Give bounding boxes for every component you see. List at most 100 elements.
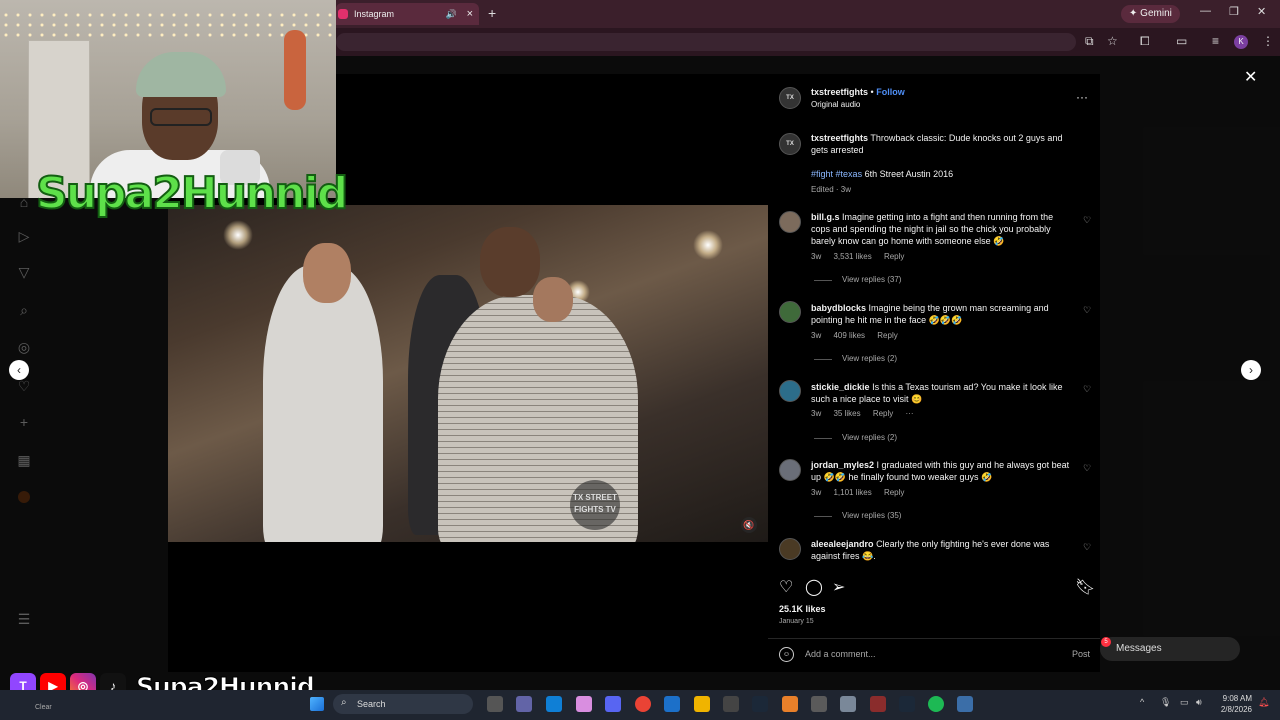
tab-audio-icon[interactable]: 🔊 <box>446 9 457 20</box>
start-button[interactable] <box>310 697 324 711</box>
comment-like-icon[interactable]: ♡ <box>1083 215 1091 226</box>
comment-like-icon[interactable]: ♡ <box>1083 463 1091 474</box>
minimize-icon[interactable]: — <box>1200 5 1211 17</box>
profile-avatar[interactable]: K <box>1234 35 1248 49</box>
weather-label[interactable]: Clear <box>35 704 52 711</box>
tray-overflow-icon[interactable]: ^ <box>1140 697 1144 707</box>
comment-text: babydblocks Imagine being the grown man … <box>811 302 1073 326</box>
comment-username[interactable]: aleealeejandro <box>811 539 874 549</box>
emoji-icon[interactable]: ☺ <box>779 647 794 662</box>
view-replies-button[interactable]: View replies (37) <box>813 275 901 284</box>
commenter-avatar[interactable] <box>779 459 801 481</box>
teams-icon[interactable] <box>516 696 532 712</box>
chevron-right-icon[interactable]: › <box>1241 360 1261 380</box>
taskbar-search[interactable]: Search <box>333 694 473 714</box>
install-app-icon[interactable]: ⧉ <box>1085 34 1094 49</box>
comment-likes[interactable]: 409 likes <box>833 331 865 340</box>
more-icon[interactable]: ··· <box>1076 91 1088 103</box>
post-comment-button[interactable]: Post <box>1072 649 1090 659</box>
follow-button[interactable]: Follow <box>876 87 905 97</box>
commenter-avatar[interactable] <box>779 301 801 323</box>
view-replies-button[interactable]: View replies (35) <box>813 511 901 520</box>
audio-label[interactable]: Original audio <box>811 99 860 111</box>
instagram-favicon-icon <box>338 9 348 19</box>
author-avatar[interactable]: TX <box>779 87 801 109</box>
edge-icon[interactable] <box>546 696 562 712</box>
close-icon[interactable]: ✕ <box>1244 67 1257 87</box>
hashtag-fight[interactable]: #fight <box>811 169 833 179</box>
reading-list-icon[interactable]: ≡ <box>1212 34 1219 48</box>
commenter-avatar[interactable] <box>779 538 801 560</box>
steam-icon[interactable] <box>899 696 915 712</box>
reply-button[interactable]: Reply <box>877 331 897 340</box>
comment-username[interactable]: bill.g.s <box>811 212 840 222</box>
bookmark-star-icon[interactable]: ☆ <box>1107 34 1118 48</box>
street-light <box>693 230 723 260</box>
window-close-icon[interactable]: ✕ <box>1257 5 1266 18</box>
tab-instagram[interactable]: Instagram 🔊 × <box>336 3 479 25</box>
mute-icon[interactable]: 🔇 <box>741 517 757 533</box>
comment-username[interactable]: babydblocks <box>811 303 866 313</box>
share-icon[interactable]: ➢ <box>832 577 845 597</box>
app-icon[interactable] <box>870 696 886 712</box>
comment-like-icon[interactable]: ♡ <box>1083 542 1091 553</box>
reply-button[interactable]: Reply <box>884 488 904 497</box>
steam-icon[interactable] <box>752 696 768 712</box>
clock[interactable]: 9:08 AM 2/8/2026 <box>1212 693 1252 715</box>
chrome-icon[interactable] <box>635 696 651 712</box>
notification-bell-icon[interactable]: 🔔︎ <box>1258 697 1269 708</box>
file-explorer-icon[interactable] <box>694 696 710 712</box>
extensions-icon[interactable]: ⧠ <box>1140 34 1150 49</box>
menu-icon[interactable]: ⋮ <box>1262 34 1274 48</box>
comment-username[interactable]: stickie_dickie <box>811 382 870 392</box>
obs-icon[interactable] <box>723 696 739 712</box>
gemini-button[interactable]: ✦ Gemini <box>1121 5 1180 23</box>
spotify-icon[interactable] <box>928 696 944 712</box>
add-comment-input[interactable]: Add a comment... <box>805 649 876 659</box>
mic-icon[interactable]: 🎙︎ <box>1160 697 1171 708</box>
person-head <box>533 277 573 322</box>
likes-count[interactable]: 25.1K likes <box>779 604 826 614</box>
author-username[interactable]: txstreetfights <box>811 87 868 97</box>
comment-likes[interactable]: 3,531 likes <box>833 252 871 261</box>
comment-like-icon[interactable]: ♡ <box>1083 305 1091 316</box>
maximize-icon[interactable]: ❐ <box>1229 5 1239 18</box>
app-icon[interactable] <box>782 696 798 712</box>
location-text: 6th Street Austin 2016 <box>864 169 954 179</box>
copilot-icon[interactable] <box>576 696 592 712</box>
address-bar[interactable] <box>336 33 1076 51</box>
hashtag-texas[interactable]: #texas <box>836 169 863 179</box>
caption-avatar[interactable]: TX <box>779 133 801 155</box>
chevron-left-icon[interactable]: ‹ <box>9 360 29 380</box>
caption-username[interactable]: txstreetfights <box>811 133 868 143</box>
app-icon[interactable] <box>957 696 973 712</box>
comment-username[interactable]: jordan_myles2 <box>811 460 874 470</box>
comment-like-icon[interactable]: ♡ <box>1083 384 1091 395</box>
comment-age: 3w <box>811 331 822 340</box>
comment-likes[interactable]: 1,101 likes <box>833 488 871 497</box>
reply-button[interactable]: Reply <box>884 252 904 261</box>
volume-icon[interactable]: 🔊︎ <box>1196 697 1202 708</box>
commenter-avatar[interactable] <box>779 211 801 233</box>
comment-icon[interactable]: ◯ <box>805 577 823 597</box>
view-replies-button[interactable]: View replies (2) <box>814 354 897 363</box>
network-icon[interactable]: ▭ <box>1180 697 1189 708</box>
comment-likes[interactable]: 35 likes <box>833 409 860 418</box>
tab-close-icon[interactable]: × <box>467 8 473 20</box>
reply-button[interactable]: Reply <box>873 409 893 418</box>
view-replies-button[interactable]: View replies (2) <box>814 433 897 442</box>
comment-more-icon[interactable]: ··· <box>906 409 914 418</box>
bookmark-icon[interactable]: 🔖︎ <box>1075 577 1095 597</box>
video-frame[interactable] <box>168 205 768 542</box>
settings-icon[interactable] <box>840 696 856 712</box>
task-view-icon[interactable] <box>487 696 503 712</box>
store-icon[interactable] <box>664 696 680 712</box>
new-tab-button[interactable]: + <box>488 5 496 21</box>
heart-icon[interactable]: ♡ <box>779 577 793 597</box>
messages-button[interactable]: Messages <box>1100 637 1240 661</box>
app-icon[interactable] <box>811 696 827 712</box>
commenter-avatar[interactable] <box>779 380 801 402</box>
cast-icon[interactable]: ▭ <box>1176 34 1187 48</box>
discord-icon[interactable] <box>605 696 621 712</box>
person-head <box>480 227 540 297</box>
